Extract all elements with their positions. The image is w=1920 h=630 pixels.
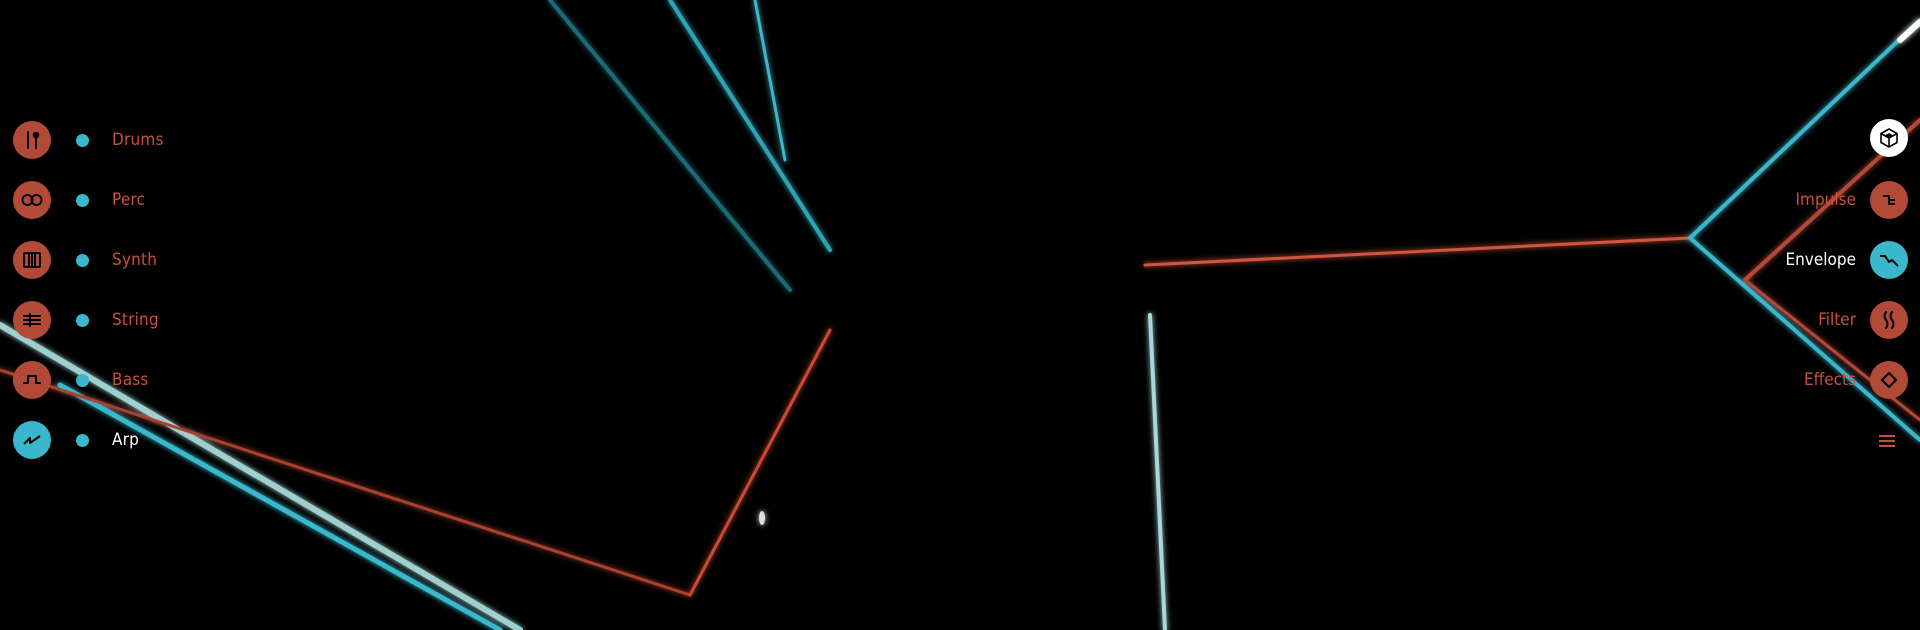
instrument-string[interactable]: String: [13, 301, 273, 339]
instrument-synth[interactable]: Synth: [13, 241, 273, 279]
strings-icon: [13, 301, 51, 339]
status-dot: [76, 134, 89, 147]
shaker-icon: [13, 181, 51, 219]
instrument-label: Bass: [112, 370, 149, 390]
diamond-icon: [1870, 361, 1908, 399]
module-envelope[interactable]: Envelope: [1688, 241, 1908, 279]
module-filter[interactable]: Filter: [1688, 301, 1908, 339]
status-dot: [76, 194, 89, 207]
envelope-icon: [1870, 241, 1908, 279]
instrument-drums[interactable]: Drums: [13, 121, 273, 159]
instrument-perc[interactable]: Perc: [13, 181, 273, 219]
module-impulse[interactable]: Impulse: [1688, 181, 1908, 219]
arp-wave-icon: [13, 421, 51, 459]
drumsticks-icon: [13, 121, 51, 159]
module-label: Filter: [1818, 310, 1856, 330]
filter-icon: [1870, 301, 1908, 339]
module-label: Effects: [1804, 370, 1856, 390]
module-cube[interactable]: [1868, 119, 1908, 157]
instrument-label: Synth: [112, 250, 158, 270]
status-dot: [76, 374, 89, 387]
instrument-label: String: [112, 310, 159, 330]
instrument-bass[interactable]: Bass: [13, 361, 273, 399]
instrument-arp[interactable]: Arp: [13, 421, 273, 459]
status-dot: [76, 314, 89, 327]
square-wave-icon: [13, 361, 51, 399]
laser-tunnel-visual: [0, 0, 1920, 630]
instrument-label: Drums: [112, 130, 164, 150]
instrument-label: Arp: [112, 430, 140, 450]
module-label: Envelope: [1785, 250, 1856, 270]
cube-icon: [1870, 119, 1908, 157]
module-effects[interactable]: Effects: [1688, 361, 1908, 399]
module-label: Impulse: [1795, 190, 1856, 210]
keyboard-icon: [13, 241, 51, 279]
hamburger-menu-icon[interactable]: [1878, 432, 1896, 450]
impulse-icon: [1870, 181, 1908, 219]
status-dot: [76, 434, 89, 447]
instrument-label: Perc: [112, 190, 146, 210]
status-dot: [76, 254, 89, 267]
